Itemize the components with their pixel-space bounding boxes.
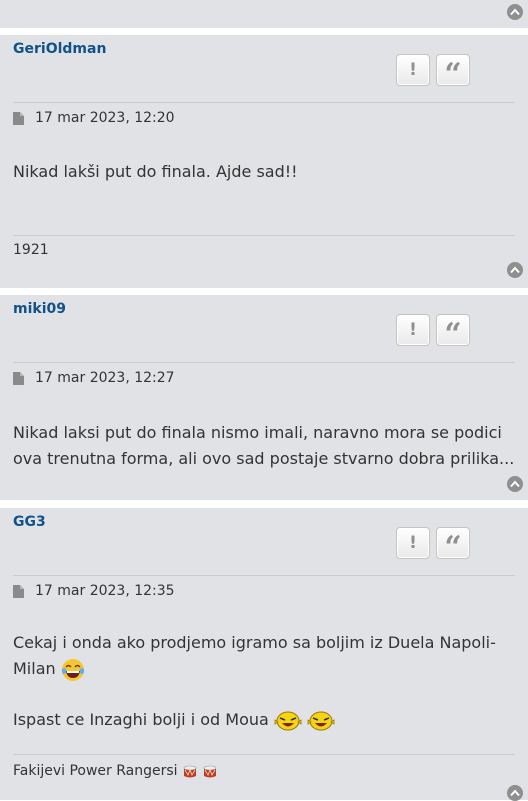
drum-icon (183, 765, 197, 778)
post-author[interactable]: GeriOldman (13, 41, 106, 57)
chevron-up-icon (510, 8, 520, 16)
post-meta: 17 mar 2023, 12:35 (13, 583, 175, 599)
post-date: 17 mar 2023, 12:27 (35, 370, 175, 386)
post-message-text: Cekaj i onda ako prodjemo igramo sa bolj… (13, 633, 496, 678)
report-icon: ! (409, 533, 417, 553)
report-icon: ! (409, 60, 417, 80)
post-signature-text: Fakijevi Power Rangersi (13, 763, 178, 779)
file-icon (13, 584, 24, 598)
signature-divider (13, 235, 515, 236)
report-button[interactable]: ! (396, 314, 430, 346)
post-message-text: Ispast ce Inzaghi bolji i od Moua (13, 710, 269, 729)
quote-icon: “ (444, 530, 462, 565)
quote-icon: “ (444, 317, 462, 352)
drum-icon (204, 765, 217, 778)
post-header-divider (13, 575, 515, 576)
back-to-top-button[interactable] (507, 785, 523, 801)
back-to-top-button[interactable] (507, 262, 523, 278)
laughing-smiley-icon (307, 711, 335, 730)
quote-button[interactable]: “ (436, 314, 470, 350)
post-miki09: miki09 ! “ 17 mar 2023, 12:27 Nikad laks… (0, 295, 528, 500)
quote-icon: “ (444, 57, 462, 92)
file-icon (13, 111, 24, 125)
post-message: Nikad laksi put do finala nismo imali, n… (13, 423, 515, 468)
chevron-up-icon (510, 789, 520, 797)
chevron-up-icon (510, 480, 520, 488)
post-author[interactable]: GG3 (13, 514, 46, 530)
post-message-line: Ispast ce Inzaghi bolji i od Moua (13, 707, 518, 733)
file-icon (13, 371, 24, 385)
post-header-divider (13, 102, 515, 103)
back-to-top-button[interactable] (507, 4, 523, 20)
post-geri-oldman: GeriOldman ! “ 17 mar 2023, 12:20 Nikad … (0, 35, 528, 288)
report-button[interactable]: ! (396, 54, 430, 86)
post-message: Nikad lakši put do finala. Ajde sad!! (13, 162, 298, 181)
laughing-emoji-icon (61, 658, 84, 681)
post-date: 17 mar 2023, 12:35 (35, 583, 175, 599)
previous-post-tail (0, 0, 528, 28)
report-button[interactable]: ! (396, 527, 430, 559)
back-to-top-button[interactable] (507, 476, 523, 492)
report-icon: ! (409, 320, 417, 340)
post-author[interactable]: miki09 (13, 301, 66, 317)
chevron-up-icon (510, 266, 520, 274)
quote-button[interactable]: “ (436, 54, 470, 90)
post-meta: 17 mar 2023, 12:20 (13, 110, 175, 126)
post-meta: 17 mar 2023, 12:27 (13, 370, 175, 386)
post-gg3: GG3 ! “ 17 mar 2023, 12:35 Cekaj i onda … (0, 508, 528, 801)
quote-button[interactable]: “ (436, 527, 470, 563)
post-signature: 1921 (13, 242, 49, 258)
laughing-smiley-icon (274, 711, 302, 730)
post-date: 17 mar 2023, 12:20 (35, 110, 175, 126)
signature-divider (13, 754, 515, 755)
post-message-line: Cekaj i onda ako prodjemo igramo sa bolj… (13, 630, 508, 682)
post-signature: Fakijevi Power Rangersi (13, 763, 218, 779)
post-header-divider (13, 362, 515, 363)
